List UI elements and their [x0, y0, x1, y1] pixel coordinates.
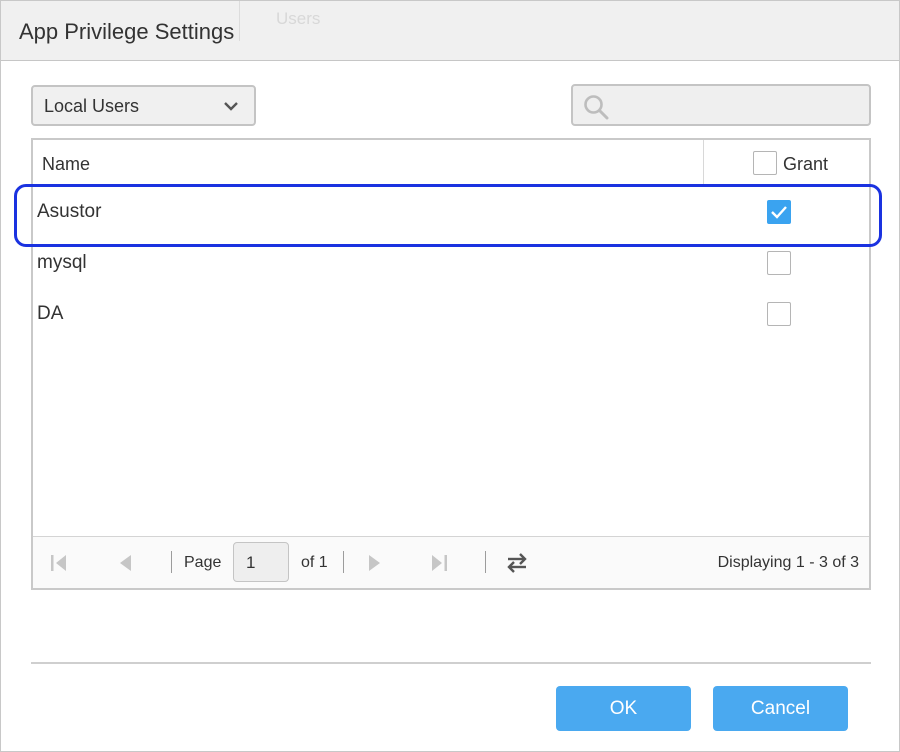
pager-separator [171, 551, 172, 573]
dialog-title: App Privilege Settings [19, 19, 235, 44]
user-name: DA [37, 303, 64, 324]
search-icon [584, 95, 609, 120]
grant-checkbox[interactable] [767, 251, 791, 275]
users-grid: Name Grant Asustor mysql DA Page 1 of 1 [31, 138, 871, 590]
user-type-selected: Local Users [44, 96, 140, 116]
first-page-icon[interactable] [49, 553, 69, 573]
pager-separator [343, 551, 344, 573]
table-row[interactable]: Asustor [33, 187, 869, 238]
last-page-icon[interactable] [429, 553, 449, 573]
app-privilege-dialog: Users App Privilege Settings Local Users… [0, 0, 900, 752]
pagination-toolbar: Page 1 of 1 Displaying 1 - 3 of 3 [33, 536, 869, 588]
prev-page-icon[interactable] [115, 553, 135, 573]
search-box[interactable] [571, 84, 871, 126]
user-name: mysql [37, 252, 87, 273]
refresh-icon[interactable] [505, 551, 529, 575]
chevron-down-icon [224, 102, 238, 111]
ok-button[interactable]: OK [556, 686, 691, 731]
column-divider[interactable] [703, 140, 704, 186]
footer-divider [31, 662, 871, 664]
page-count-label: of 1 [301, 554, 328, 571]
page-label: Page [184, 554, 222, 571]
table-row[interactable]: mysql [33, 238, 869, 289]
pager-separator [485, 551, 486, 573]
page-number-input[interactable]: 1 [233, 542, 289, 582]
grid-header: Name Grant [33, 140, 869, 186]
grant-all-checkbox[interactable] [753, 151, 777, 175]
column-header-grant: Grant [783, 154, 829, 174]
user-name: Asustor [37, 201, 102, 222]
grant-checkbox[interactable] [767, 200, 791, 224]
search-input[interactable] [617, 92, 857, 118]
background-tab-users: Users [239, 1, 399, 41]
grant-checkbox[interactable] [767, 302, 791, 326]
user-type-dropdown[interactable]: Local Users [31, 85, 256, 126]
displaying-count: Displaying 1 - 3 of 3 [717, 554, 859, 571]
table-row[interactable]: DA [33, 289, 869, 340]
column-header-name[interactable]: Name [42, 154, 90, 175]
next-page-icon[interactable] [365, 553, 385, 573]
checkmark-icon [771, 206, 787, 219]
cancel-button[interactable]: Cancel [713, 686, 848, 731]
title-bar: Users App Privilege Settings [1, 1, 899, 61]
